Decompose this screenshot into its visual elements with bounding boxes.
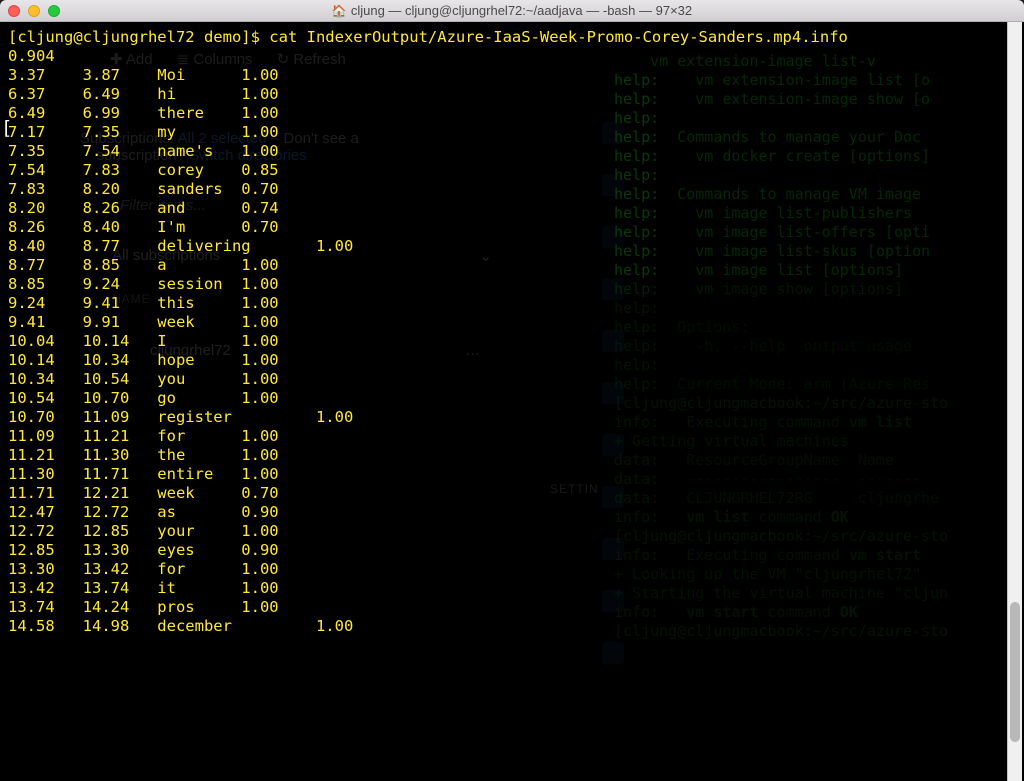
- scroll-thumb[interactable]: [1010, 602, 1020, 742]
- titlebar: 🏠 cljung — cljung@cljungrhel72:~/aadjava…: [0, 0, 1024, 22]
- traffic-lights: [8, 5, 60, 17]
- terminal-window: 🏠 cljung — cljung@cljungrhel72:~/aadjava…: [0, 0, 1024, 781]
- window-title-text: cljung — cljung@cljungrhel72:~/aadjava —…: [351, 3, 692, 18]
- scrollbar[interactable]: [1007, 22, 1022, 781]
- home-icon: 🏠: [332, 4, 347, 18]
- maximize-button[interactable]: [48, 5, 60, 17]
- minimize-button[interactable]: [28, 5, 40, 17]
- close-button[interactable]: [8, 5, 20, 17]
- terminal-output[interactable]: [cljung@cljungrhel72 demo]$ cat IndexerO…: [0, 22, 1024, 781]
- window-title: 🏠 cljung — cljung@cljungrhel72:~/aadjava…: [0, 3, 1024, 18]
- terminal-area[interactable]: ✚ Add ≣ Columns ↻ Refresh Subscriptions:…: [0, 22, 1024, 781]
